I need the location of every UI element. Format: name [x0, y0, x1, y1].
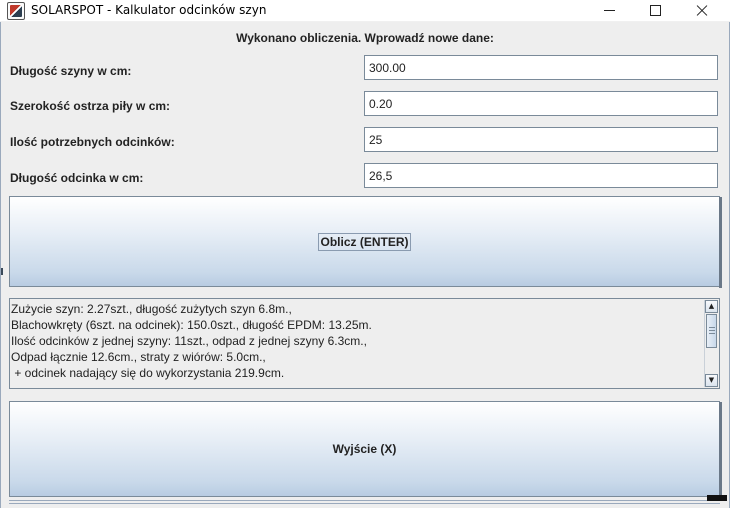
scroll-down-button[interactable]: ▼ — [705, 374, 718, 387]
exit-button-label: Wyjście (X) — [332, 442, 397, 456]
resize-grip[interactable] — [707, 495, 727, 501]
segment-count-input[interactable] — [364, 127, 718, 152]
segment-length-input[interactable] — [364, 163, 718, 188]
rail-length-input[interactable] — [364, 55, 718, 80]
segment-length-label: Długość odcinka w cm: — [10, 171, 144, 185]
saw-width-label: Szerokość ostrza piły w cm: — [10, 99, 171, 113]
segment-count-label: Ilość potrzebnych odcinków: — [10, 135, 175, 149]
minimize-button[interactable] — [587, 0, 633, 22]
scroll-up-icon: ▲ — [708, 302, 715, 310]
result-line: Zużycie szyn: 2.27szt., długość zużytych… — [11, 302, 292, 316]
results-scrollbar[interactable]: ▲ ▼ — [704, 300, 718, 387]
saw-width-input[interactable] — [364, 91, 718, 116]
app-icon — [7, 2, 25, 20]
window-title: SOLARSPOT - Kalkulator odcinków szyn — [31, 3, 267, 17]
result-line: + odcinek nadający się do wykorzystania … — [11, 366, 285, 380]
maximize-icon — [650, 5, 661, 16]
result-line: Odpad łącznie 12.6cm., straty z wiórów: … — [11, 350, 266, 364]
scrollbar-thumb[interactable] — [706, 314, 717, 348]
results-area[interactable]: Zużycie szyn: 2.27szt., długość zużytych… — [9, 298, 720, 389]
divider — [9, 500, 720, 504]
status-message: Wykonano obliczenia. Wprowadź nowe dane: — [236, 31, 494, 45]
calculate-button-label: Oblicz (ENTER) — [318, 232, 411, 251]
results-text: Zużycie szyn: 2.27szt., długość zużytych… — [11, 301, 701, 381]
result-line: Blachowkręty (6szt. na odcinek): 150.0sz… — [11, 318, 372, 332]
main-panel: Wykonano obliczenia. Wprowadź nowe dane:… — [0, 22, 730, 508]
exit-button[interactable]: Wyjście (X) — [9, 401, 722, 498]
result-line: Ilość odcinków z jednej szyny: 11szt., o… — [11, 334, 367, 348]
close-button[interactable] — [679, 0, 725, 22]
scroll-down-icon: ▼ — [708, 376, 715, 384]
divider — [1, 268, 3, 275]
scroll-up-button[interactable]: ▲ — [705, 300, 718, 313]
title-bar[interactable]: SOLARSPOT - Kalkulator odcinków szyn — [0, 0, 730, 22]
rail-length-label: Długość szyny w cm: — [10, 64, 132, 78]
minimize-icon — [604, 10, 615, 11]
calculate-button[interactable]: Oblicz (ENTER) — [9, 196, 722, 288]
maximize-button[interactable] — [633, 0, 679, 22]
